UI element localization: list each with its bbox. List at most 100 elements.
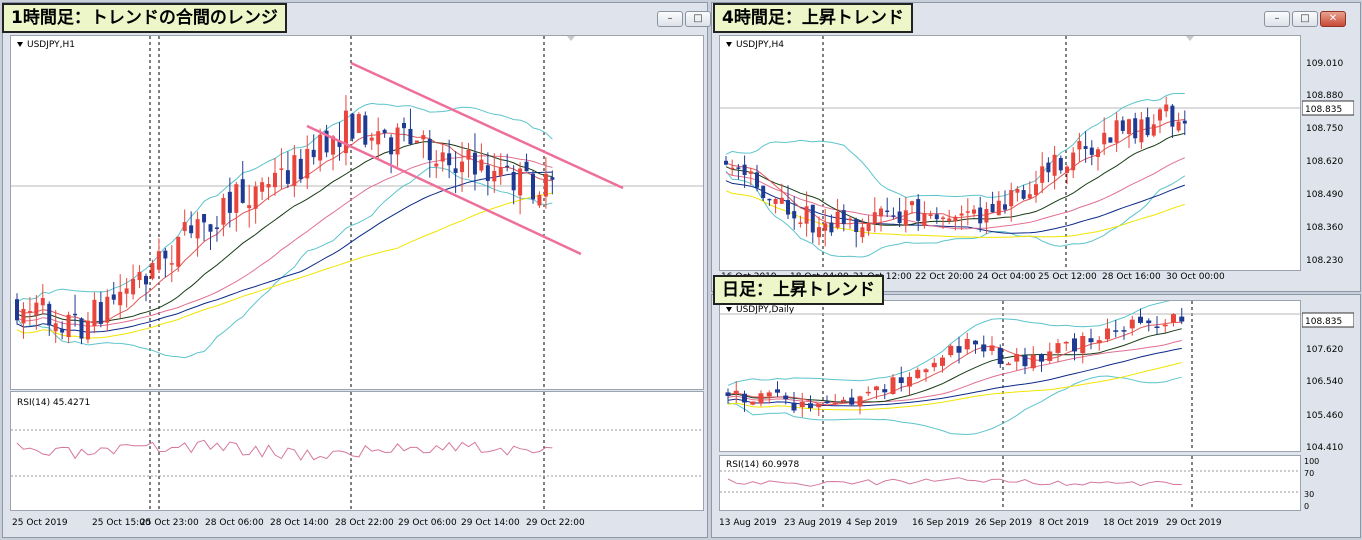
candle-body: [318, 134, 323, 161]
rsi-pane[interactable]: RSI(14) 45.4271: [10, 391, 704, 511]
candle-body: [279, 168, 284, 170]
close-button[interactable]: ✕: [1320, 11, 1346, 27]
candle-body: [376, 131, 381, 145]
minimize-button[interactable]: –: [657, 11, 683, 27]
time-label: 23 Aug 2019: [784, 518, 842, 528]
candles-chart: [720, 301, 1300, 451]
candle-body: [92, 299, 97, 327]
time-label: 29 Oct 06:00: [398, 518, 457, 528]
price-pane[interactable]: USDJPY,H1: [10, 35, 704, 390]
time-label: 28 Oct 16:00: [1102, 272, 1161, 282]
candle-body: [1058, 157, 1063, 171]
candle-body: [1046, 162, 1051, 173]
candle-body: [369, 137, 374, 141]
candle-body: [1113, 330, 1119, 332]
bollinger-band-lower: [16, 166, 553, 359]
minimize-button[interactable]: –: [1264, 11, 1290, 27]
time-label: 28 Oct 22:00: [335, 518, 394, 528]
maximize-button[interactable]: □: [685, 11, 711, 27]
candle-body: [989, 345, 995, 351]
candle-body: [761, 185, 766, 199]
candle-body: [389, 137, 394, 155]
candle-body: [804, 206, 809, 224]
candle-body: [948, 345, 954, 356]
rsi-level-label: 0: [1304, 502, 1309, 511]
candle-body: [518, 168, 523, 196]
candle-body: [931, 362, 937, 368]
candle-body: [872, 212, 877, 224]
chart-window-h4[interactable]: – □ ✕ USDJPY,H4 109.010 108.880 108.750 108…: [711, 2, 1361, 292]
time-label: 28 Oct 14:00: [270, 518, 329, 528]
candle-body: [791, 402, 797, 411]
candle-body: [823, 223, 828, 231]
candle-body: [1114, 120, 1119, 143]
candle-body: [1080, 336, 1086, 354]
candle-body: [447, 153, 452, 166]
candle-body: [1171, 314, 1176, 323]
candle-body: [922, 213, 927, 226]
candle-body: [202, 213, 207, 223]
current-price-value: 108.835: [1305, 105, 1342, 115]
chart-window-h1[interactable]: – □ USDJPY,H1 RSI(14) 45.4271 25 Oct 201…: [2, 2, 711, 538]
candle-body: [434, 163, 439, 167]
candle-body: [799, 401, 805, 408]
price-pane[interactable]: USDJPY,H4: [719, 35, 1301, 271]
candle-body: [421, 135, 426, 140]
maximize-button[interactable]: □: [1292, 11, 1318, 27]
rsi-axis: 100 70 30 0: [1304, 457, 1319, 511]
candle-body: [903, 210, 908, 226]
price-axis: 109.010 108.880 108.750 108.620 108.490 108.3…: [1302, 59, 1354, 266]
candle-body: [285, 170, 290, 184]
candles-chart: [11, 36, 703, 389]
time-label: 13 Aug 2019: [719, 518, 777, 528]
candle-body: [898, 377, 904, 384]
time-label: 30 Oct 00:00: [1166, 272, 1225, 282]
candle-body: [879, 208, 883, 217]
candle-body: [959, 213, 964, 216]
rsi-level-label: 100: [1304, 457, 1319, 466]
candle-body: [98, 302, 103, 324]
time-axis: 25 Oct 2019 25 Oct 15:0025 Oct 23:00 28 Oc…: [12, 518, 585, 528]
candle-body: [1151, 124, 1156, 136]
candle-body: [543, 173, 548, 197]
candle-body: [363, 115, 368, 145]
candle-body: [208, 224, 213, 232]
rsi-level-label: 70: [1304, 469, 1314, 478]
candle-body: [860, 227, 865, 238]
candle-body: [214, 227, 219, 229]
rsi-chart: [720, 456, 1300, 510]
price-label: 108.360: [1306, 223, 1343, 233]
candle-body: [27, 311, 32, 313]
candle-body: [1040, 166, 1045, 183]
candle-body: [978, 207, 983, 224]
candle-body: [1158, 109, 1162, 121]
candle-body: [848, 218, 852, 221]
candle-body: [524, 161, 529, 172]
candle-body: [105, 296, 110, 323]
candle-body: [21, 308, 26, 324]
candle-body: [854, 219, 859, 233]
candle-body: [498, 167, 503, 177]
candle-body: [118, 291, 123, 306]
candle-body: [511, 172, 516, 191]
ma-yellow: [16, 192, 553, 339]
candle-body: [273, 172, 277, 188]
candle-body: [182, 222, 187, 232]
candle-body: [1162, 324, 1168, 327]
candle-body: [1021, 190, 1026, 199]
candle-body: [1063, 342, 1069, 344]
candle-body: [40, 298, 45, 306]
candle-body: [742, 393, 747, 403]
rsi-pane[interactable]: RSI(14) 60.9978: [719, 455, 1301, 511]
candle-body: [841, 399, 846, 402]
time-label: 28 Oct 06:00: [205, 518, 264, 528]
time-label: 16 Sep 2019: [912, 518, 969, 528]
candle-body: [792, 211, 797, 219]
chart-window-daily[interactable]: USDJPY,Daily 107.620 106.540 105.460 104.41…: [711, 294, 1361, 538]
ma-dark-green: [727, 328, 1182, 403]
candle-body: [395, 127, 400, 155]
rsi-level-label: 30: [1304, 490, 1314, 499]
time-label: 22 Oct 20:00: [915, 272, 974, 282]
candle-body: [73, 313, 78, 316]
price-pane[interactable]: USDJPY,Daily: [719, 300, 1301, 452]
